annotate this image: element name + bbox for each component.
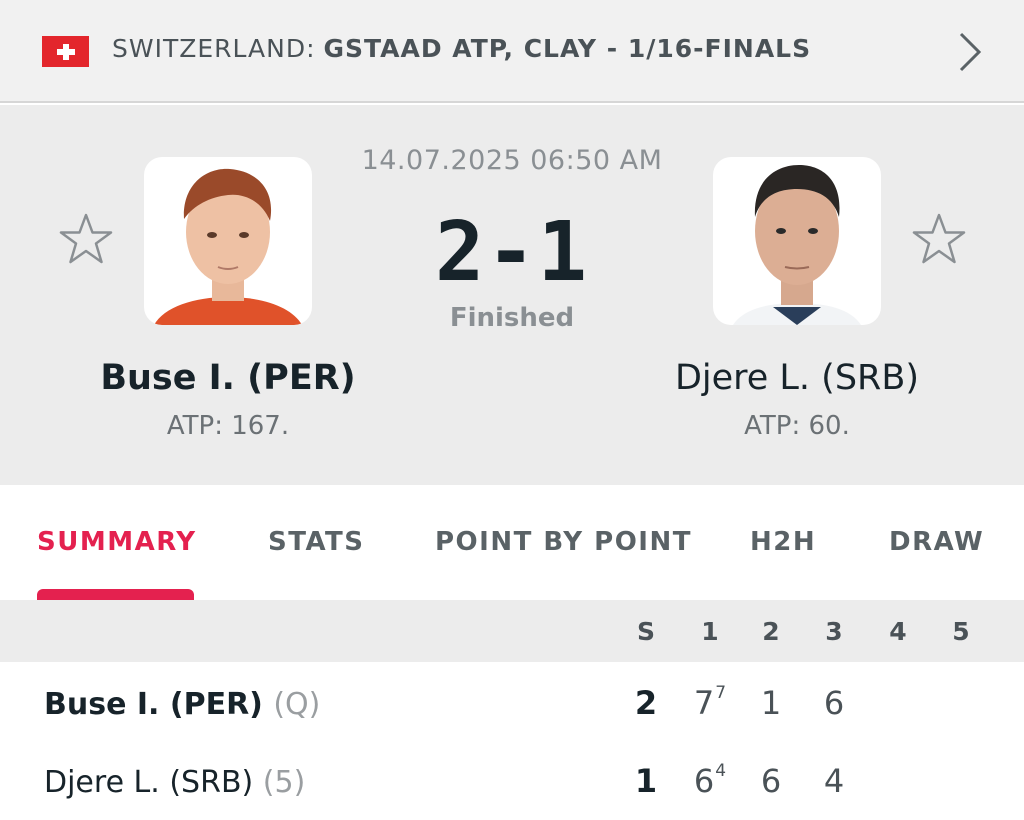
chevron-right-icon[interactable]: [955, 30, 985, 74]
tournament-header[interactable]: SWITZERLAND: GSTAAD ATP, CLAY - 1/16-FINA…: [0, 0, 1024, 103]
row-player-seed: (5): [262, 765, 306, 800]
table-row[interactable]: Djere L. (SRB) (5) 1 64 6 4: [0, 740, 1024, 818]
row-player-label: Djere L. (SRB): [44, 765, 254, 800]
row-set-3: 4: [823, 762, 845, 800]
tab-h2h[interactable]: H2H: [750, 527, 816, 557]
row-player-name: Buse I. (PER) (Q): [44, 687, 320, 722]
player-rank-home: ATP: 167.: [166, 411, 290, 441]
row-set-1-tiebreak: 7: [715, 683, 727, 703]
match-panel: 14.07.2025 06:50 AM 2-1 Finished Buse I.…: [0, 105, 1024, 485]
tab-point-by-point[interactable]: POINT BY POINT: [435, 527, 692, 557]
player-avatar-away: [733, 165, 861, 325]
row-player-label: Buse I. (PER): [44, 687, 263, 722]
tab-summary[interactable]: SUMMARY: [37, 527, 197, 557]
row-set-2: 6: [760, 762, 782, 800]
row-set-1-tiebreak: 4: [715, 761, 727, 781]
tournament-label: GSTAAD ATP, CLAY - 1/16-FINALS: [323, 34, 812, 63]
score-table-header: S 1 2 3 4 5: [0, 600, 1024, 662]
column-set-1: 1: [701, 617, 719, 646]
country-label: SWITZERLAND:: [112, 34, 316, 63]
row-set-3: 6: [823, 684, 845, 722]
column-sets: S: [636, 617, 655, 646]
switzerland-flag-icon: [42, 36, 89, 67]
row-sets-won: 2: [634, 684, 658, 722]
row-set-2: 1: [760, 684, 782, 722]
row-set-1: 64: [690, 761, 730, 800]
row-set-1: 77: [690, 683, 730, 722]
tab-stats[interactable]: STATS: [268, 527, 365, 557]
row-set-1-games: 7: [693, 684, 715, 722]
column-set-4: 4: [889, 617, 907, 646]
player-rank-away: ATP: 60.: [744, 411, 850, 441]
row-player-name: Djere L. (SRB) (5): [44, 765, 305, 800]
row-set-1-games: 6: [693, 762, 715, 800]
column-set-3: 3: [825, 617, 843, 646]
active-tab-indicator: [37, 589, 194, 600]
tab-draw[interactable]: DRAW: [889, 527, 984, 557]
table-row[interactable]: Buse I. (PER) (Q) 2 77 1 6: [0, 662, 1024, 740]
favorite-star-icon[interactable]: [911, 212, 967, 268]
player-name-away[interactable]: Djere L. (SRB): [597, 358, 997, 398]
player-name-home[interactable]: Buse I. (PER): [28, 358, 428, 398]
tab-bar: SUMMARY STATS POINT BY POINT H2H DRAW: [0, 485, 1024, 600]
row-player-seed: (Q): [273, 687, 321, 722]
tournament-title: SWITZERLAND: GSTAAD ATP, CLAY - 1/16-FINA…: [112, 34, 811, 63]
player-photo-away[interactable]: [713, 157, 881, 325]
row-sets-won: 1: [634, 762, 658, 800]
column-set-5: 5: [952, 617, 970, 646]
column-set-2: 2: [762, 617, 780, 646]
